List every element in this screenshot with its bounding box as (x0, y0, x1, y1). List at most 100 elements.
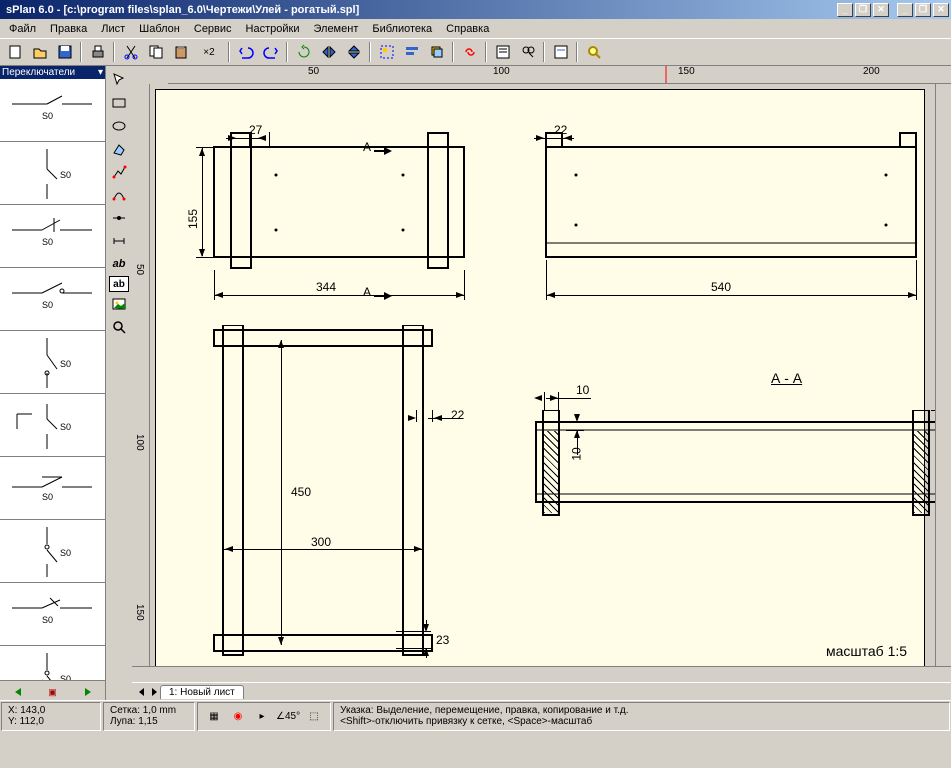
circle-tool[interactable] (108, 115, 131, 137)
rect-tool[interactable] (108, 92, 131, 114)
menu-settings[interactable]: Настройки (239, 21, 307, 37)
zoom-status: Лупа: 1,15 (110, 716, 188, 727)
image-tool[interactable] (108, 293, 131, 315)
dim-23: 23 (436, 633, 449, 647)
duplicate-button[interactable]: ×2 (194, 41, 224, 63)
library-item[interactable]: S0 (0, 583, 105, 646)
title-bar: sPlan 6.0 - [c:\program files\splan_6.0\… (0, 0, 951, 19)
link-button[interactable] (458, 41, 481, 63)
redo-button[interactable] (259, 41, 282, 63)
rubber-toggle[interactable]: ⬚ (305, 708, 323, 726)
dim-27: 27 (249, 123, 262, 137)
doc-close-button[interactable]: ✕ (933, 3, 949, 17)
dimension-tool[interactable] (108, 230, 131, 252)
component-list-button[interactable] (549, 41, 572, 63)
layer-button[interactable] (425, 41, 448, 63)
grid-status: Сетка: 1,0 mm (110, 705, 188, 716)
coord-x: X: 143,0 (8, 705, 94, 716)
menu-template[interactable]: Шаблон (132, 21, 187, 37)
dim-344: 344 (316, 280, 336, 294)
library-item[interactable]: S0 (0, 142, 105, 205)
dim-540: 540 (711, 280, 731, 294)
menu-file[interactable]: Файл (2, 21, 43, 37)
scrollbar-vertical[interactable] (935, 84, 951, 666)
group-button[interactable] (375, 41, 398, 63)
library-item[interactable]: S0 (0, 394, 105, 457)
save-button[interactable] (53, 41, 76, 63)
tab-next-icon[interactable] (148, 686, 160, 698)
flip-v-button[interactable] (342, 41, 365, 63)
close-button[interactable]: ✕ (873, 3, 889, 17)
menu-library[interactable]: Библиотека (365, 21, 439, 37)
text-tool[interactable]: ab (108, 253, 131, 275)
minimize-button[interactable]: _ (837, 3, 853, 17)
bezier-tool[interactable] (108, 184, 131, 206)
section-label-aa: А - А (771, 370, 802, 386)
menu-service[interactable]: Сервис (187, 21, 239, 37)
hint-text: Указка: Выделение, перемещение, правка, … (333, 702, 950, 731)
ruler-horizontal: 50 100 150 200 (168, 66, 951, 84)
textbox-tool[interactable]: ab (109, 276, 129, 292)
sheet-tab[interactable]: 1: Новый лист (160, 685, 244, 699)
copy-button[interactable] (144, 41, 167, 63)
rotate-button[interactable] (292, 41, 315, 63)
status-bar: X: 143,0 Y: 112,0 Сетка: 1,0 mm Лупа: 1,… (0, 700, 951, 732)
window-title: sPlan 6.0 - [c:\program files\splan_6.0\… (2, 4, 837, 16)
menu-sheet[interactable]: Лист (94, 21, 132, 37)
scale-label: масштаб 1:5 (826, 643, 907, 659)
library-items: S0 S0 S0 S0 S0 S0 S0 S0 S0 S0 (0, 79, 105, 680)
library-item[interactable]: S0 (0, 205, 105, 268)
coord-y: Y: 112,0 (8, 716, 94, 727)
menu-element[interactable]: Элемент (306, 21, 365, 37)
cut-button[interactable] (119, 41, 142, 63)
scrollbar-horizontal[interactable] (132, 666, 951, 682)
new-button[interactable] (3, 41, 26, 63)
open-button[interactable] (28, 41, 51, 63)
align-button[interactable] (400, 41, 423, 63)
paste-button[interactable] (169, 41, 192, 63)
section-mark-a: А (363, 285, 371, 299)
print-button[interactable] (86, 41, 109, 63)
lib-next-button[interactable] (71, 681, 104, 703)
flip-h-button[interactable] (317, 41, 340, 63)
dim-10: 10 (576, 383, 589, 397)
dim-450: 450 (291, 485, 311, 499)
undo-button[interactable] (234, 41, 257, 63)
doc-restore-button[interactable]: ❐ (915, 3, 931, 17)
library-item[interactable]: S0 (0, 520, 105, 583)
lib-prev-button[interactable] (1, 681, 34, 703)
lib-add-button[interactable]: ▣ (36, 681, 69, 703)
find-button[interactable] (516, 41, 539, 63)
node-tool[interactable] (108, 207, 131, 229)
angle-toggle[interactable]: ▸ (253, 708, 271, 726)
menu-help[interactable]: Справка (439, 21, 496, 37)
dim-22: 22 (554, 123, 567, 137)
library-item[interactable]: S0 (0, 457, 105, 520)
library-item[interactable]: S0 (0, 79, 105, 142)
menu-edit[interactable]: Правка (43, 21, 94, 37)
magnify-button[interactable] (582, 41, 605, 63)
doc-minimize-button[interactable]: _ (897, 3, 913, 17)
line-tool[interactable] (108, 161, 131, 183)
library-header[interactable]: Переключатели▾ (0, 66, 105, 79)
pointer-tool[interactable] (108, 69, 131, 91)
angle-value: 45° (285, 711, 300, 722)
library-item[interactable]: S0 (0, 331, 105, 394)
grid-toggle[interactable]: ▦ (205, 708, 223, 726)
library-item[interactable]: S0 (0, 268, 105, 331)
snap-toggle[interactable]: ◉ (229, 708, 247, 726)
canvas-area: 50 100 150 200 50 100 150 (132, 66, 951, 700)
ruler-vertical: 50 100 150 (132, 84, 150, 666)
list-button[interactable] (491, 41, 514, 63)
library-panel: Переключатели▾ S0 S0 S0 S0 S0 S0 S0 S0 S… (0, 66, 106, 700)
restore-button[interactable]: ❐ (855, 3, 871, 17)
dim-155: 155 (186, 209, 200, 229)
poly-tool[interactable] (108, 138, 131, 160)
menu-bar: Файл Правка Лист Шаблон Сервис Настройки… (0, 19, 951, 38)
main-toolbar: ×2 (0, 38, 951, 66)
tab-prev-icon[interactable] (136, 686, 148, 698)
canvas[interactable]: 27 155 344 А (150, 84, 935, 666)
library-item[interactable]: S0 (0, 646, 105, 680)
zoom-tool[interactable] (108, 316, 131, 338)
dim-10: 10 (570, 447, 584, 460)
